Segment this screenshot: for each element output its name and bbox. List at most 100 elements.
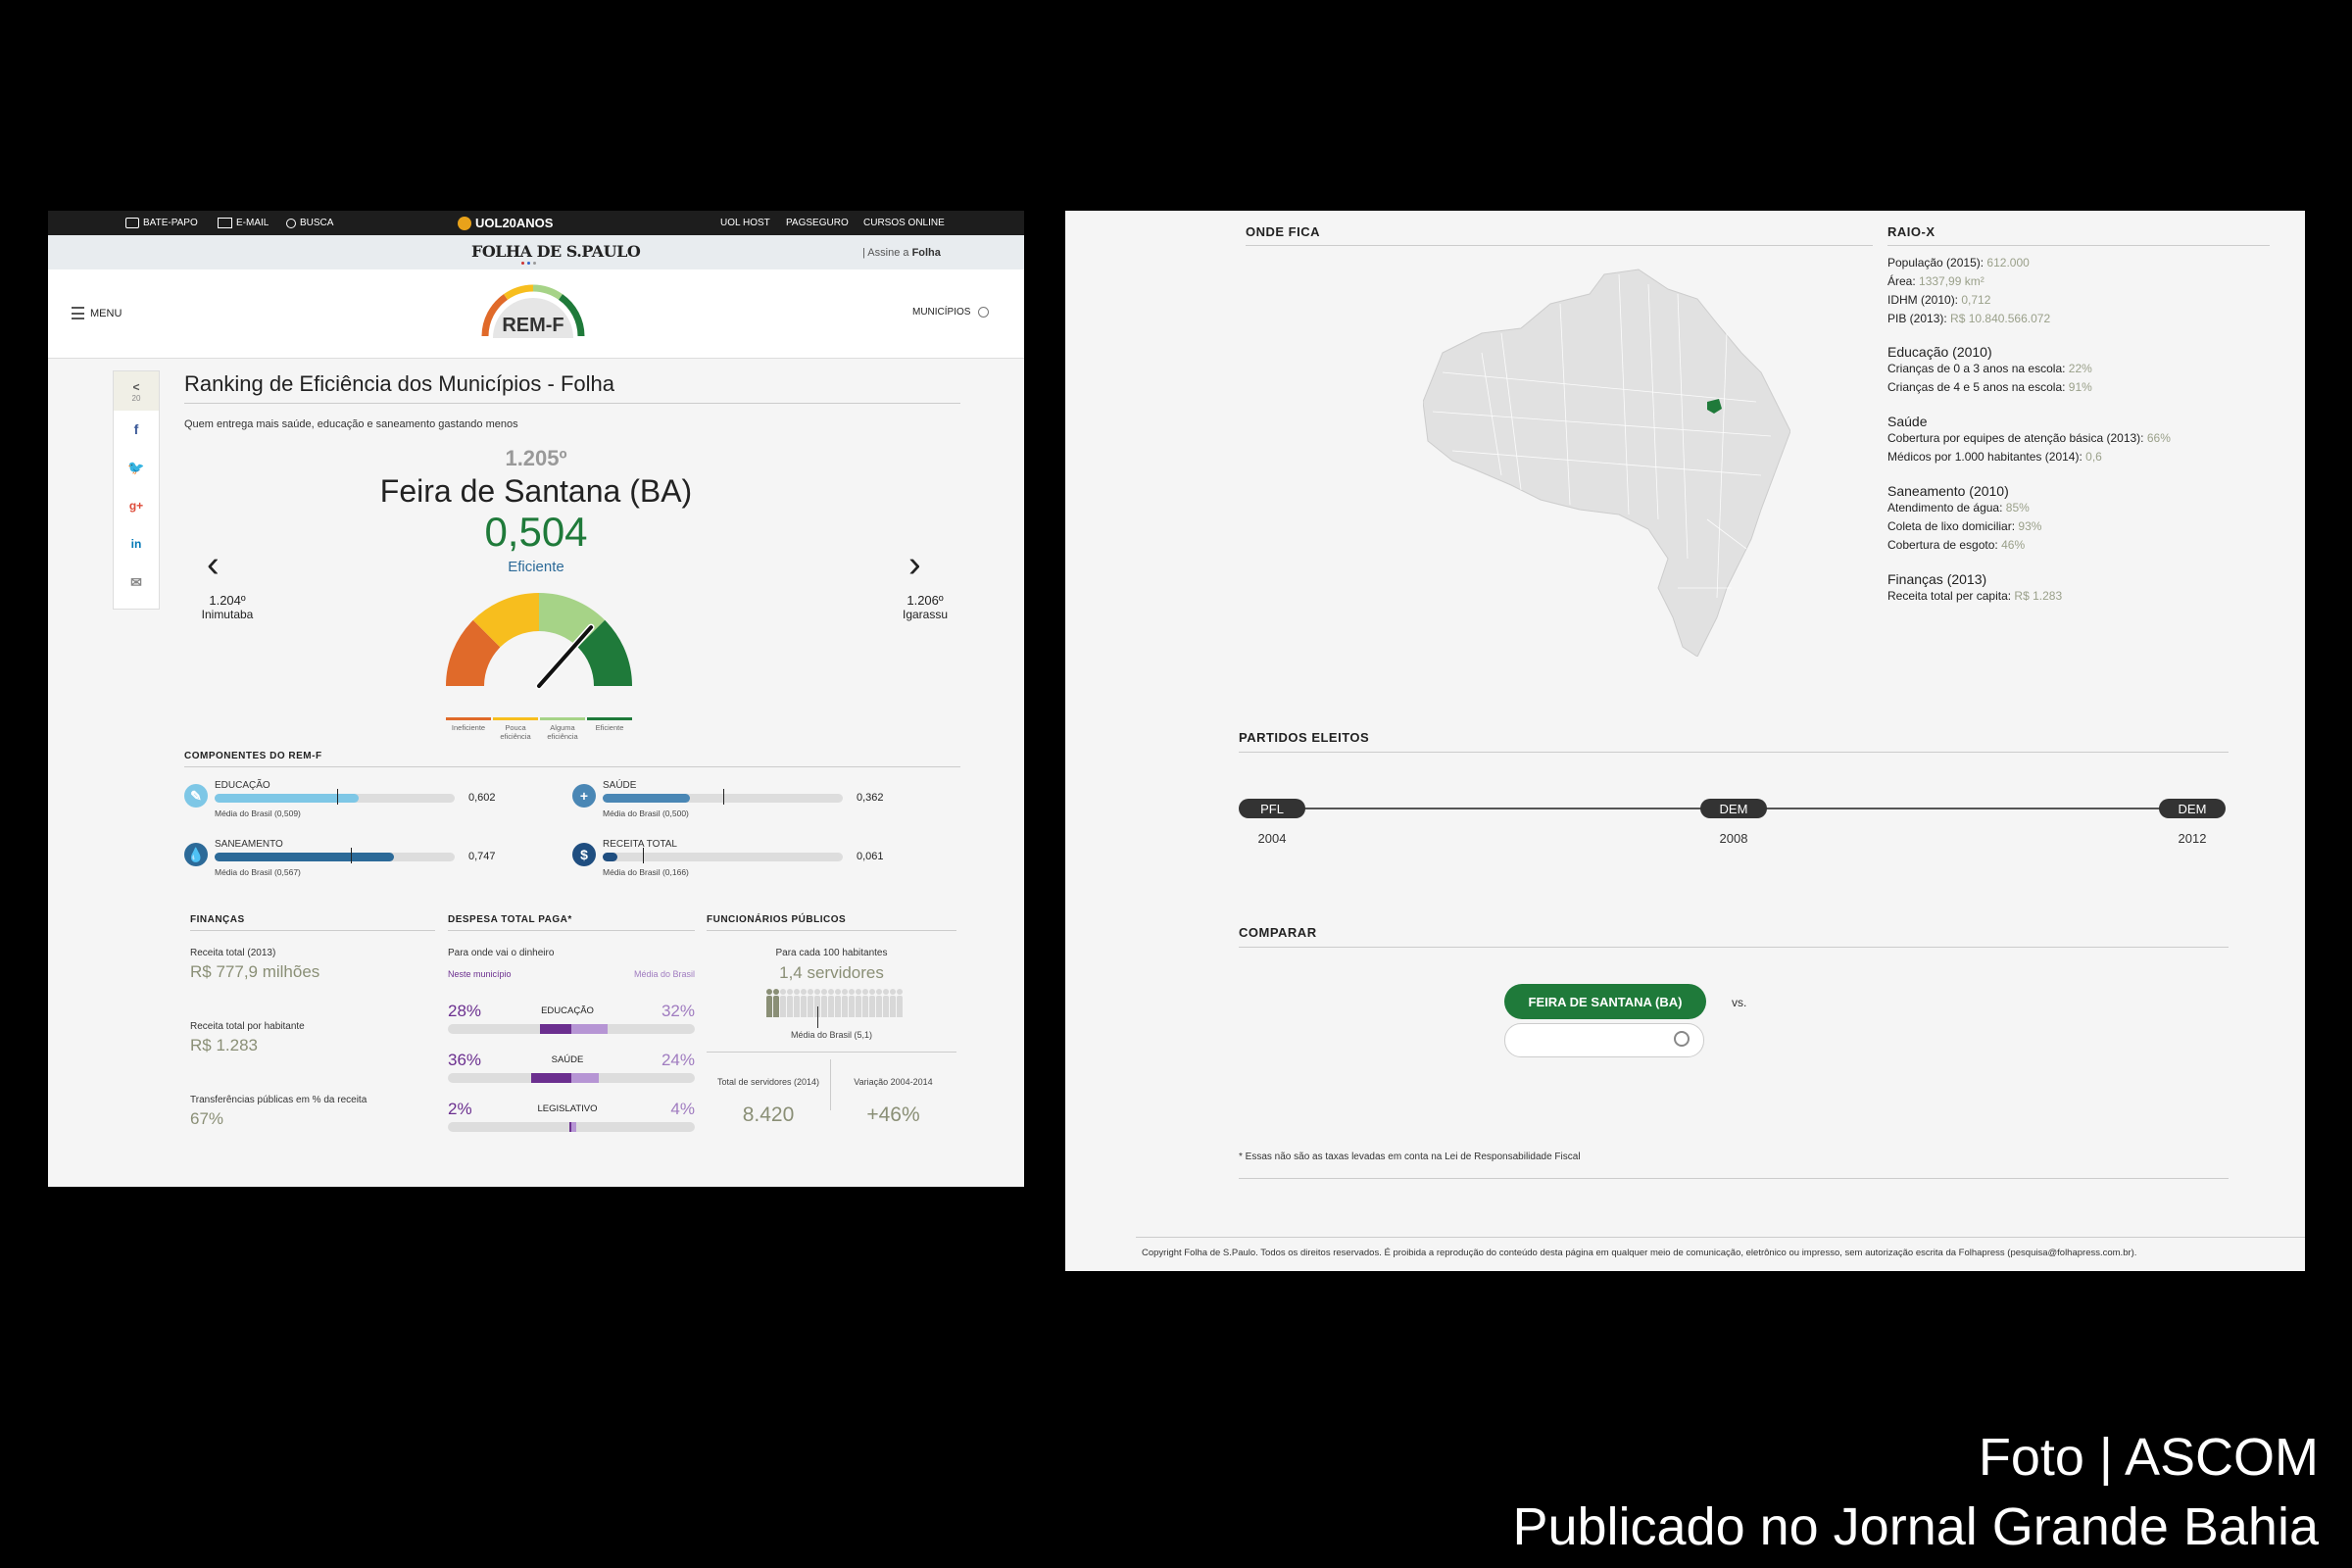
component-avg-label: Média do Brasil (0,567) — [215, 867, 301, 877]
despesa-bar-local — [530, 1073, 571, 1083]
share-count-button[interactable]: < 20 — [114, 371, 159, 411]
folha-logo[interactable]: FOLHA DE S.PAULO — [471, 242, 641, 261]
partido-year: 2004 — [1257, 831, 1287, 846]
footnote: * Essas não são as taxas levadas em cont… — [1239, 1152, 1581, 1162]
partidos-title: PARTIDOS ELEITOS — [1239, 730, 1370, 745]
compare-city-button[interactable]: FEIRA DE SANTANA (BA) — [1504, 984, 1706, 1019]
assine-link[interactable]: | Assine a Folha — [862, 247, 941, 259]
despesa-title: DESPESA TOTAL PAGA* — [448, 914, 572, 925]
component-label: SANEAMENTO — [215, 839, 283, 850]
raio-x-line: Área: 1337,99 km² — [1887, 274, 1984, 288]
vs-label: vs. — [1732, 996, 1747, 1009]
variacao-label: Variação 2004-2014 — [854, 1077, 933, 1087]
busca-link[interactable]: BUSCA — [286, 218, 333, 228]
publication-credit: Publicado no Jornal Grande Bahia — [1512, 1497, 2319, 1556]
uolhost-link[interactable]: UOL HOST — [720, 218, 770, 228]
financas-value: R$ 1.283 — [190, 1036, 258, 1054]
chat-icon — [125, 218, 139, 228]
financas-label: Transferências públicas em % da receita — [190, 1095, 368, 1105]
funcionarios-media: Média do Brasil (5,1) — [790, 1030, 873, 1040]
bahia-map — [1423, 269, 1790, 657]
email-link[interactable]: E-MAIL — [218, 218, 269, 228]
raio-x-line: Coleta de lixo domiciliar: 93% — [1887, 519, 2042, 533]
components-title: COMPONENTES DO REM-F — [184, 751, 322, 761]
raio-x-line: Médicos por 1.000 habitantes (2014): 0,6 — [1887, 450, 2102, 464]
media-brasil-legend: Média do Brasil — [633, 969, 695, 979]
component-label: RECEITA TOTAL — [603, 839, 677, 850]
right-screenshot: ONDE FICA RAIO-X População (2015): 612.0… — [1065, 211, 2305, 1271]
financas-value: 67% — [190, 1109, 224, 1128]
prev-city[interactable]: 1.204º Inimutaba — [188, 593, 267, 621]
raio-x-title: RAIO-X — [1887, 224, 1936, 239]
batepapo-link[interactable]: BATE-PAPO — [125, 218, 198, 228]
gauge-legend-item: Eficiente — [587, 717, 632, 741]
city-name: Feira de Santana (BA) — [379, 473, 693, 509]
component-label: EDUCAÇÃO — [215, 780, 270, 791]
component-avg-marker — [642, 848, 644, 863]
raio-x-line: Cobertura de esgoto: 46% — [1887, 538, 2026, 552]
next-city-arrow-icon[interactable]: › — [908, 544, 921, 586]
city-score: 0,504 — [484, 509, 588, 555]
component-label: SAÚDE — [603, 780, 637, 791]
raio-x-line: PIB (2013): R$ 10.840.566.072 — [1887, 312, 2051, 325]
raio-x-line: IDHM (2010): 0,712 — [1887, 293, 1991, 307]
component-bar-fill — [215, 853, 394, 861]
compare-search-box — [1504, 1023, 1704, 1057]
despesa-bar-local — [539, 1024, 571, 1034]
financas-label: Receita total (2013) — [190, 948, 276, 958]
gauge-legend-item: Alguma eficiência — [540, 717, 585, 741]
component-avg-marker — [336, 789, 338, 805]
search-icon[interactable] — [1674, 1031, 1690, 1047]
raio-x-section-title: Educação (2010) — [1887, 344, 1992, 360]
financas-value: R$ 777,9 milhões — [190, 962, 320, 981]
partido-pill: DEM — [2159, 799, 2226, 818]
component-icon: ✎ — [184, 784, 208, 808]
city-rank: 1.205º — [505, 446, 567, 470]
despesa-local: 36% — [448, 1051, 482, 1069]
financas-label: Receita total por habitante — [190, 1021, 305, 1032]
cursos-link[interactable]: CURSOS ONLINE — [863, 218, 945, 228]
left-screenshot: BATE-PAPO E-MAIL BUSCA UOL20ANOS UOL HOS… — [48, 211, 1024, 1187]
next-city[interactable]: 1.206º Igarassu — [886, 593, 964, 621]
search-icon — [286, 218, 296, 228]
facebook-icon[interactable]: f — [114, 411, 159, 448]
remf-logo[interactable]: REM-F — [479, 275, 587, 356]
component-bar-fill — [603, 794, 690, 803]
despesa-label: LEGISLATIVO — [537, 1103, 598, 1114]
page-title: Ranking de Eficiência dos Municípios - F… — [184, 371, 615, 396]
raio-x-line: Atendimento de água: 85% — [1887, 501, 2030, 514]
media-marker — [817, 1006, 818, 1028]
despesa-local: 2% — [448, 1100, 472, 1118]
municipios-button[interactable]: MUNICÍPIOS — [912, 307, 990, 318]
component-avg-label: Média do Brasil (0,500) — [603, 808, 689, 818]
component-value: 0,747 — [468, 851, 496, 862]
partido-year: 2008 — [1719, 831, 1748, 846]
rem-nav: MENU REM-F MUNICÍPIOS — [48, 270, 1024, 359]
partido-pill: PFL — [1239, 799, 1305, 818]
despesa-bar-brasil — [571, 1024, 608, 1034]
partido-pill: DEM — [1700, 799, 1767, 818]
gauge-legend: Ineficiente Pouca eficiência Alguma eficiê… — [446, 717, 634, 741]
component-bar-bg — [603, 853, 843, 861]
compare-search-input[interactable] — [1517, 1031, 1668, 1051]
raio-x-section-title: Saúde — [1887, 414, 1928, 429]
comparar-title: COMPARAR — [1239, 925, 1317, 940]
gauge-legend-item: Ineficiente — [446, 717, 491, 741]
raio-x-section-title: Saneamento (2010) — [1887, 483, 2009, 499]
folha-bar: FOLHA DE S.PAULO | Assine a Folha — [48, 235, 1024, 270]
despesa-local: 28% — [448, 1002, 482, 1020]
hamburger-icon — [72, 307, 84, 319]
pagseguro-link[interactable]: PAGSEGURO — [786, 218, 849, 228]
uol-logo[interactable]: UOL20ANOS — [458, 216, 553, 230]
menu-button[interactable]: MENU — [72, 307, 122, 319]
component-avg-marker — [350, 848, 352, 863]
total-servidores-value: 8.420 — [742, 1103, 795, 1126]
search-icon — [978, 307, 990, 318]
prev-city-arrow-icon[interactable]: ‹ — [207, 544, 220, 586]
raio-x-line: Crianças de 0 a 3 anos na escola: 22% — [1887, 362, 2092, 375]
efficiency-gauge — [446, 593, 632, 690]
uol-logo-icon — [458, 216, 471, 230]
component-value: 0,061 — [857, 851, 884, 862]
despesa-brasil: 32% — [661, 1002, 695, 1020]
neste-municipio-legend: Neste município — [448, 969, 512, 979]
